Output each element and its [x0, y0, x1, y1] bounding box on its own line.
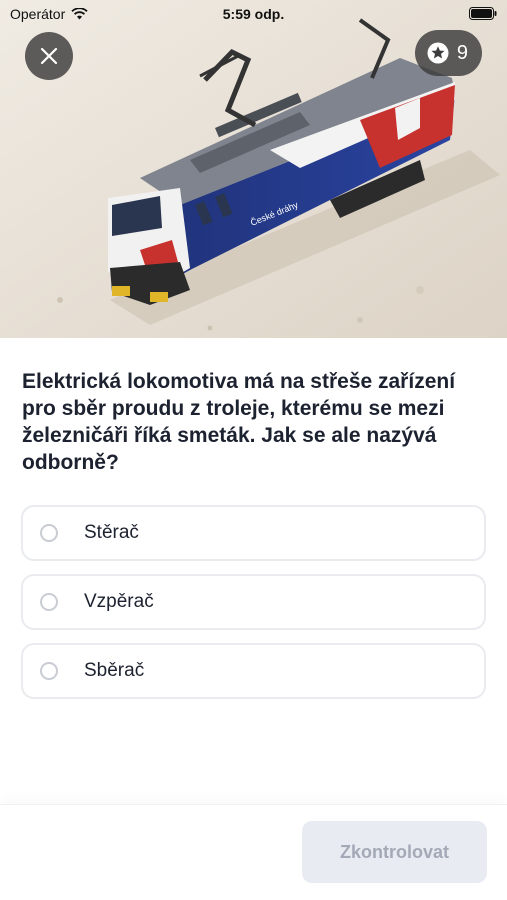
- close-button[interactable]: [25, 32, 73, 80]
- answer-label: Sběrač: [84, 660, 145, 681]
- stars-badge[interactable]: 9: [414, 30, 482, 76]
- answer-option-sberac[interactable]: Sběrač: [21, 643, 486, 699]
- answer-option-vzperac[interactable]: Vzpěrač: [21, 574, 486, 630]
- answer-option-sterac[interactable]: Stěrač: [21, 505, 486, 561]
- status-time: 5:59 odp.: [222, 6, 285, 22]
- answer-label: Vzpěrač: [84, 591, 154, 612]
- radio-icon[interactable]: [40, 593, 58, 611]
- quiz-screen: České dráhy Operátor 5:59 odp. 9 Elektri…: [0, 0, 507, 900]
- stars-count: 9: [456, 41, 468, 64]
- close-icon: [40, 47, 58, 65]
- answer-list: Stěrač Vzpěrač Sběrač: [21, 505, 486, 712]
- answer-label: Stěrač: [84, 522, 139, 543]
- question-text: Elektrická lokomotiva má na střeše zaříz…: [22, 370, 456, 474]
- bottom-action-bar: Zkontrolovat: [0, 804, 507, 900]
- status-bar: Operátor 5:59 odp.: [0, 0, 507, 28]
- star-circle-icon: [427, 42, 449, 64]
- radio-icon[interactable]: [40, 524, 58, 542]
- radio-icon[interactable]: [40, 662, 58, 680]
- battery-icon: [469, 7, 497, 20]
- check-answer-button[interactable]: Zkontrolovat: [302, 821, 487, 883]
